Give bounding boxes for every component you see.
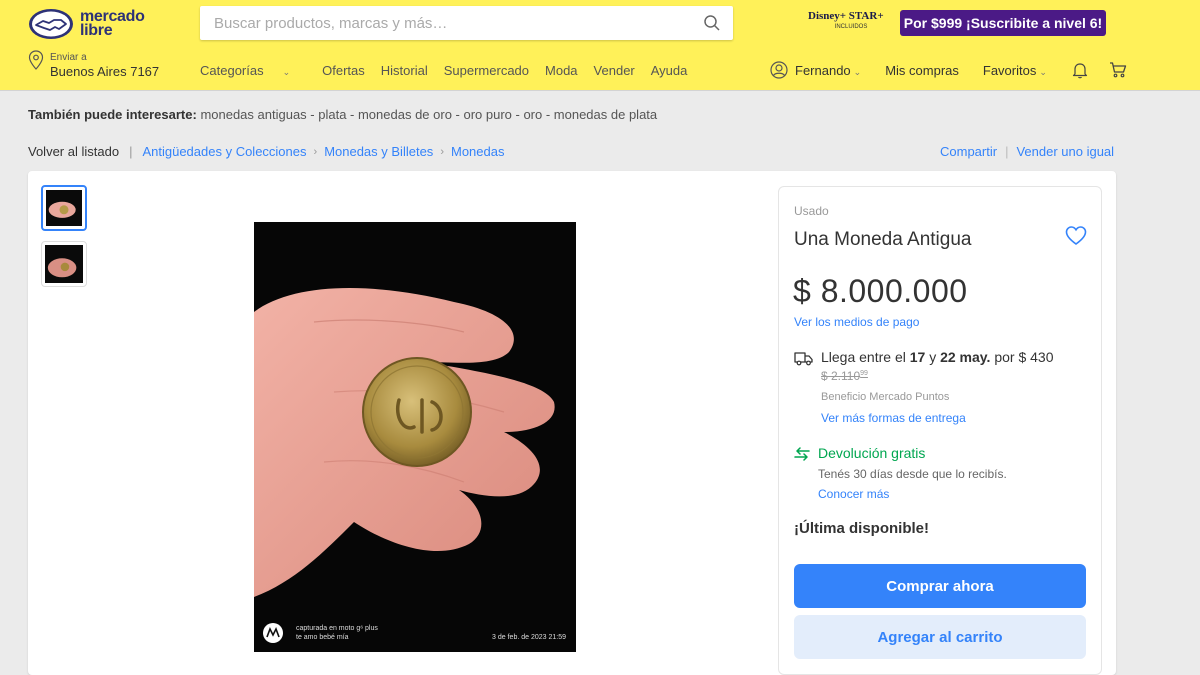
free-return-title: Devolución gratis — [818, 445, 926, 461]
sell-same-link[interactable]: Vender uno igual — [1016, 144, 1114, 159]
breadcrumb-item-monedas[interactable]: Monedas — [451, 144, 504, 159]
chevron-right-icon: › — [440, 145, 444, 158]
add-to-cart-button[interactable]: Agregar al carrito — [794, 615, 1086, 659]
delivery-day-start: 17 — [909, 349, 926, 365]
thumbnail-image — [46, 190, 82, 226]
location-label: Enviar a — [50, 52, 87, 63]
user-nav: Fernando ⌄ Mis compras Favoritos ⌄ — [770, 58, 1147, 82]
subscription-promo-button[interactable]: Por $999 ¡Suscribite a nivel 6! — [900, 10, 1106, 36]
coin-photo — [254, 222, 576, 652]
delivery-day-end: 22 may. — [940, 349, 991, 365]
buy-box: Usado Una Moneda Antigua $ 8.000.000 Ver… — [778, 186, 1102, 675]
product-price: $ 8.000.000 — [793, 273, 968, 309]
breadcrumb-item-monedas-billetes[interactable]: Monedas y Billetes — [324, 144, 433, 159]
truck-icon — [794, 352, 813, 366]
old-shipping-cents: 99 — [860, 370, 868, 377]
main-nav: Categorías ⌄ Ofertas Historial Supermerca… — [200, 63, 703, 78]
logo-line2: libre — [80, 22, 113, 39]
related-searches: También puede interesarte: monedas antig… — [28, 107, 657, 122]
my-purchases-link[interactable]: Mis compras — [885, 63, 959, 78]
promo-logo-text: Disney+ STAR+ — [808, 10, 884, 22]
buy-now-button[interactable]: Comprar ahora — [794, 564, 1086, 608]
related-label: También puede interesarte: — [28, 107, 197, 122]
nav-supermercado[interactable]: Supermercado — [444, 63, 529, 78]
nav-moda[interactable]: Moda — [545, 63, 578, 78]
user-name: Fernando — [795, 62, 851, 78]
favorites-menu[interactable]: Favoritos ⌄ — [983, 63, 1047, 78]
thumbnail-image — [45, 245, 83, 283]
old-shipping-price: $ 2.11099 — [821, 369, 868, 383]
photo-caption-2: te amo bebé mía — [296, 634, 349, 641]
more-delivery-options-link[interactable]: Ver más formas de entrega — [821, 411, 966, 425]
promo-logo-sub: INCLUIDOS — [834, 24, 868, 30]
chevron-down-icon: ⌄ — [1039, 66, 1047, 77]
delivery-middle: y — [925, 349, 941, 365]
motorola-logo-icon — [263, 623, 283, 643]
return-arrow-icon — [794, 447, 810, 461]
stock-status: ¡Última disponible! — [794, 520, 929, 537]
chevron-down-icon: ⌄ — [853, 66, 862, 77]
chevron-right-icon: › — [313, 145, 318, 158]
search-icon[interactable] — [703, 14, 721, 32]
related-items[interactable]: monedas antiguas - plata - monedas de or… — [200, 107, 657, 122]
delivery-cost: por $ 430 — [990, 349, 1054, 365]
user-avatar-icon[interactable] — [770, 61, 788, 79]
cart-icon[interactable] — [1109, 61, 1127, 79]
nav-categorias[interactable]: Categorías ⌄ — [200, 63, 306, 78]
location-value: Buenos Aires 7167 — [50, 64, 160, 79]
photo-timestamp: 3 de feb. de 2023 21:59 — [492, 634, 566, 641]
search-input[interactable] — [200, 6, 680, 40]
nav-historial[interactable]: Historial — [381, 63, 428, 78]
thumbnail-2[interactable] — [41, 241, 87, 287]
thumbnail-1[interactable] — [41, 185, 87, 231]
shipping-location[interactable]: Enviar a Buenos Aires 7167 — [28, 48, 168, 80]
bell-icon[interactable] — [1071, 61, 1089, 79]
chevron-down-icon: ⌄ — [282, 67, 291, 77]
nav-vender[interactable]: Vender — [594, 63, 635, 78]
breadcrumb-item-antiguedades[interactable]: Antigüedades y Colecciones — [142, 144, 306, 159]
main-product-image[interactable]: capturada en moto g⁶ plus te amo bebé mí… — [254, 222, 576, 652]
learn-more-link[interactable]: Conocer más — [818, 487, 889, 501]
payment-methods-link[interactable]: Ver los medios de pago — [794, 315, 919, 329]
nav-ayuda[interactable]: Ayuda — [651, 63, 688, 78]
breadcrumb-divider: | — [129, 144, 133, 159]
old-shipping-amount: $ 2.110 — [821, 369, 861, 383]
photo-caption-1: capturada en moto g⁶ plus — [296, 625, 378, 632]
location-pin-icon — [28, 50, 44, 70]
shipping-benefit: Beneficio Mercado Puntos — [821, 391, 950, 403]
delivery-prefix: Llega entre el — [821, 349, 910, 365]
share-actions: Compartir | Vender uno igual — [940, 144, 1114, 159]
delivery-estimate: Llega entre el 17 y 22 may. por $ 430 — [821, 349, 1054, 365]
product-condition: Usado — [794, 204, 829, 218]
nav-ofertas[interactable]: Ofertas — [322, 63, 365, 78]
disney-star-logo[interactable]: Disney+ STAR+ INCLUIDOS — [808, 10, 894, 40]
mercadolibre-logo[interactable]: mercado libre — [28, 6, 158, 42]
free-return-detail: Tenés 30 días desde que lo recibís. — [818, 467, 1007, 481]
product-title: Una Moneda Antigua — [794, 229, 972, 250]
handshake-logo-icon — [29, 9, 73, 39]
heart-icon[interactable] — [1065, 225, 1087, 247]
share-divider: | — [1005, 144, 1009, 159]
favorites-label: Favoritos — [982, 62, 1037, 78]
nav-categorias-label: Categorías — [200, 63, 264, 78]
user-menu[interactable]: Fernando ⌄ — [795, 63, 861, 78]
search-bar — [200, 6, 733, 40]
breadcrumb: Volver al listado | Antigüedades y Colec… — [28, 144, 504, 159]
back-to-list-link[interactable]: Volver al listado — [28, 144, 119, 159]
site-header: mercado libre Disney+ STAR+ INCLUIDOS Po… — [0, 0, 1200, 90]
share-link[interactable]: Compartir — [940, 144, 997, 159]
